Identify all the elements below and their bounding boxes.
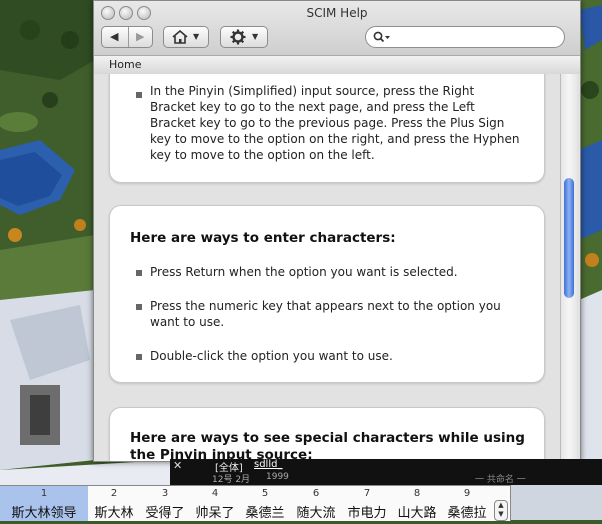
candidate-number: 5 xyxy=(261,488,269,499)
card-heading: Here are ways to enter characters: xyxy=(130,230,396,246)
chevron-down-icon: ▼ xyxy=(252,32,259,41)
candidate-item[interactable]: 3 受得了 xyxy=(140,486,190,521)
candidate-number: 6 xyxy=(312,488,320,499)
bullet-marker xyxy=(136,92,142,98)
candidate-item[interactable]: 6 随大流 xyxy=(290,486,342,521)
candidate-word: 随大流 xyxy=(296,506,336,521)
candidate-number: 2 xyxy=(110,488,118,499)
search-icon xyxy=(373,31,390,43)
back-button[interactable]: ◀ xyxy=(102,27,129,47)
back-arrow-icon: ◀ xyxy=(110,30,119,43)
ime-composition-text: sdlld_ xyxy=(254,459,283,470)
gear-icon xyxy=(230,29,246,45)
bullet-text: In the Pinyin (Simplified) input source,… xyxy=(150,84,520,162)
breadcrumb-bar: Home xyxy=(94,55,580,74)
candidate-item[interactable]: 4 帅呆了 xyxy=(190,486,240,521)
game-date: 12号 2月 xyxy=(212,475,251,485)
candidate-item[interactable]: 9 桑德拉 xyxy=(442,486,492,521)
ime-candidate-list: 1 斯大林领导 2 斯大林 3 受得了 4 帅呆了 5 桑德兰 6 随大流 7 … xyxy=(0,485,511,521)
game-year: 1999 xyxy=(266,472,289,482)
chevron-down-icon[interactable]: ▼ xyxy=(495,510,507,519)
help-window: SCIM Help ◀ ▶ ▼ ▼ Home In the Pinyin (Si… xyxy=(93,0,581,462)
home-menu-button[interactable]: ▼ xyxy=(163,26,209,48)
window-toolbar: SCIM Help ◀ ▶ ▼ ▼ Home xyxy=(94,1,580,74)
close-icon[interactable]: ✕ xyxy=(173,459,182,472)
scroll-thumb[interactable] xyxy=(564,178,574,298)
bullet-text: Press Return when the option you want is… xyxy=(150,265,458,279)
card-heading: Here are ways to see special characters … xyxy=(130,430,525,461)
breadcrumb-home[interactable]: Home xyxy=(109,58,141,71)
candidate-word: 斯大林 xyxy=(94,506,134,521)
candidate-word: 斯大林领导 xyxy=(11,506,77,521)
candidate-word: 受得了 xyxy=(145,506,185,521)
bullet-text: Double-click the option you want to use. xyxy=(150,349,393,363)
candidate-word: 山大路 xyxy=(397,506,437,521)
search-input[interactable] xyxy=(392,29,556,45)
candidate-item[interactable]: 8 山大路 xyxy=(392,486,442,521)
house-icon xyxy=(172,30,188,44)
candidate-word: 桑德兰 xyxy=(245,506,285,521)
candidate-page-stepper[interactable]: ▲ ▼ xyxy=(494,500,508,521)
candidate-word: 桑德拉 xyxy=(447,506,487,521)
candidate-number: 8 xyxy=(413,488,421,499)
candidate-word: 帅呆了 xyxy=(195,506,235,521)
forward-button[interactable]: ▶ xyxy=(128,27,153,47)
window-title: SCIM Help xyxy=(306,6,368,20)
help-content: In the Pinyin (Simplified) input source,… xyxy=(94,74,580,461)
candidate-item[interactable]: 7 市电力 xyxy=(342,486,392,521)
bullet-marker xyxy=(136,354,142,360)
candidate-item[interactable]: 5 桑德兰 xyxy=(240,486,290,521)
action-menu-button[interactable]: ▼ xyxy=(220,26,268,48)
candidate-number: 4 xyxy=(211,488,219,499)
candidate-number: 9 xyxy=(463,488,471,499)
chevron-up-icon[interactable]: ▲ xyxy=(495,501,507,510)
vertical-scrollbar[interactable] xyxy=(560,74,577,461)
bullet-text: Press the numeric key that appears next … xyxy=(150,299,501,329)
bullet-marker xyxy=(136,270,142,276)
chevron-down-icon: ▼ xyxy=(193,32,200,41)
ime-composition-bar: ✕ [全体] sdlld_ 12号 2月 1999 一 共命名 一 xyxy=(170,459,602,485)
candidate-item[interactable]: 1 斯大林领导 xyxy=(0,486,88,521)
help-card-enter-characters: Here are ways to enter characters: Press… xyxy=(109,205,545,383)
search-field[interactable] xyxy=(365,26,565,48)
help-card-navigation: In the Pinyin (Simplified) input source,… xyxy=(109,74,545,183)
candidate-number: 1 xyxy=(40,488,48,499)
back-forward-buttons: ◀ ▶ xyxy=(101,26,153,48)
forward-arrow-icon: ▶ xyxy=(136,30,145,43)
candidate-number: 7 xyxy=(363,488,371,499)
help-card-special-characters: Here are ways to see special characters … xyxy=(109,407,545,461)
bullet-marker xyxy=(136,304,142,310)
candidate-number: 3 xyxy=(161,488,169,499)
candidate-word: 市电力 xyxy=(347,506,387,521)
ime-status-label: 一 共命名 一 xyxy=(475,475,526,485)
candidate-item[interactable]: 2 斯大林 xyxy=(88,486,140,521)
